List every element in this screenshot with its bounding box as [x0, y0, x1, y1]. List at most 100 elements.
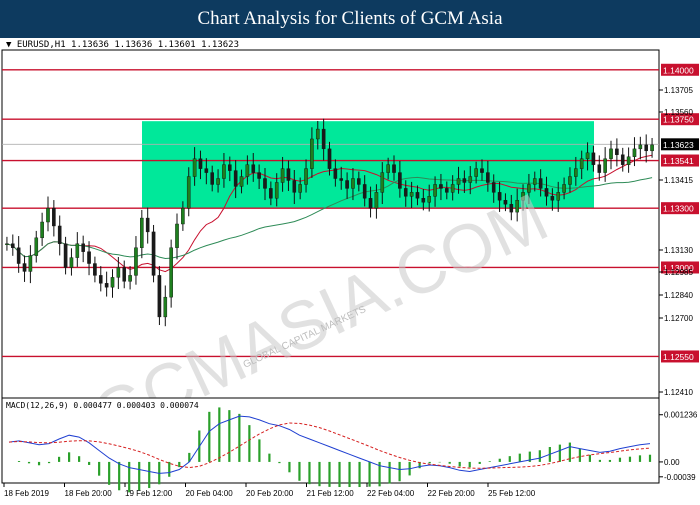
candle-body	[462, 178, 467, 183]
candle-body	[28, 255, 33, 272]
candle-body	[151, 231, 156, 276]
candle-body	[40, 221, 44, 239]
candle-body	[374, 192, 379, 209]
candle-body	[585, 152, 590, 159]
price-axis: 1.140001.137501.135411.133001.130001.125…	[659, 63, 699, 397]
candle-body	[239, 176, 244, 187]
time-label: 20 Feb 20:00	[246, 489, 294, 498]
candle-body	[145, 217, 150, 233]
candle-body	[568, 176, 572, 185]
candle-body	[163, 296, 168, 318]
candle-body	[609, 148, 613, 159]
chart-frame: GCMASIA.COM GLOBAL CAPITAL MARKETS ▼ EUR…	[0, 38, 700, 500]
candle-body	[562, 184, 566, 193]
time-label: 21 Feb 12:00	[307, 489, 355, 498]
candle-body	[450, 184, 455, 193]
candle-body	[351, 178, 355, 189]
candle-body	[544, 188, 549, 197]
price-tick-label: 1.12700	[664, 314, 693, 323]
candle-body	[128, 275, 132, 282]
candle-body	[5, 243, 9, 245]
candle-body	[104, 283, 109, 288]
candle-body	[398, 172, 402, 189]
candle-body	[468, 176, 473, 183]
candle-body	[81, 243, 85, 252]
time-label: 20 Feb 04:00	[186, 489, 234, 498]
time-label: 25 Feb 12:00	[488, 489, 536, 498]
price-tick-label: 1.13415	[664, 176, 693, 185]
candle-body	[134, 247, 138, 276]
candle-body	[620, 154, 625, 165]
macd-tick-label: 0.001236	[664, 411, 698, 420]
candle-body	[269, 188, 273, 199]
candle-body	[638, 144, 643, 150]
candle-body	[181, 207, 185, 225]
candle-body	[615, 148, 619, 155]
candle-body	[227, 164, 232, 171]
candle-body	[310, 138, 314, 169]
candle-body	[63, 243, 68, 268]
candle-body	[87, 251, 91, 264]
candle-body	[327, 148, 332, 169]
candle-body	[22, 263, 27, 272]
candle-body	[538, 178, 543, 189]
candle-body	[415, 192, 420, 199]
candle-body	[286, 168, 291, 181]
candle-body	[550, 196, 555, 201]
time-label: 18 Feb 2019	[4, 489, 49, 498]
candle-body	[433, 184, 437, 197]
candle-body	[409, 192, 414, 197]
price-tick-label: 1.12840	[664, 291, 693, 300]
candle-body	[362, 184, 367, 199]
candle-body	[57, 225, 62, 244]
candle-body	[245, 164, 250, 177]
candle-body	[321, 128, 326, 150]
candle-body	[403, 188, 408, 197]
candle-body	[93, 263, 97, 276]
candle-body	[222, 164, 226, 179]
candle-body	[345, 180, 349, 189]
candle-body	[169, 247, 173, 298]
current-price-label: 1.13623	[663, 140, 694, 150]
price-tick-label: 1.12985	[664, 268, 693, 277]
time-label: 22 Feb 20:00	[428, 489, 476, 498]
candle-body	[69, 257, 74, 268]
candle-body	[186, 176, 191, 209]
candle-body	[52, 207, 56, 227]
candle-body	[591, 152, 596, 165]
candle-body	[140, 217, 144, 248]
level-label: 1.12550	[663, 352, 694, 362]
candle-body	[16, 247, 21, 264]
candle-body	[175, 223, 179, 248]
candle-body	[110, 277, 115, 288]
candle-body	[456, 178, 461, 185]
candle-body	[380, 172, 385, 193]
candle-body	[626, 156, 631, 165]
candle-body	[368, 198, 373, 209]
candle-body	[75, 243, 80, 258]
candle-body	[579, 158, 584, 169]
macd-tick-label: -0.00039	[664, 473, 696, 482]
candle-body	[532, 178, 537, 185]
level-label: 1.13300	[663, 204, 694, 214]
candle-body	[480, 168, 484, 173]
candle-body	[34, 237, 39, 256]
candle-body	[474, 168, 478, 177]
candle-body	[298, 184, 302, 193]
price-chart[interactable]: GCMASIA.COM GLOBAL CAPITAL MARKETS ▼ EUR…	[0, 38, 700, 500]
macd-axis: 0.001236 0.00 -0.00039	[659, 411, 698, 482]
macd-tick-label: 0.00	[664, 458, 680, 467]
candle-body	[192, 158, 197, 177]
level-label: 1.13541	[663, 156, 694, 166]
candle-body	[421, 198, 426, 203]
candle-body	[556, 192, 561, 201]
candle-body	[233, 170, 238, 187]
candle-body	[486, 172, 490, 183]
candle-body	[444, 188, 449, 193]
candle-body	[122, 267, 127, 282]
symbol-header: ▼ EURUSD,H1 1.13636 1.13636 1.13601 1.13…	[6, 40, 239, 50]
candle-body	[116, 267, 121, 278]
price-tick-label: 1.12410	[664, 388, 693, 397]
price-tick-label: 1.13560	[664, 108, 693, 117]
candle-body	[263, 178, 267, 189]
